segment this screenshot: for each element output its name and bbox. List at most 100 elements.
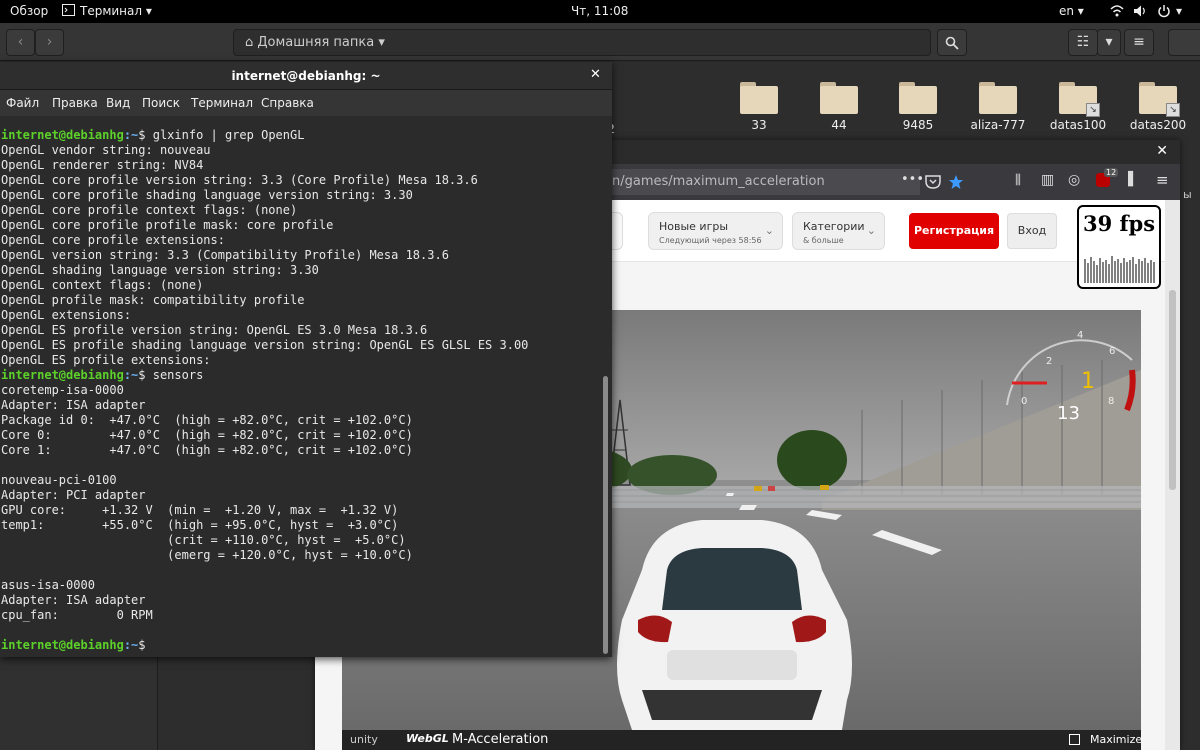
terminal-output-line: Core 1: +47.0°C (high = +82.0°C, crit = …: [1, 443, 413, 457]
back-button[interactable]: ‹: [6, 29, 35, 56]
terminal-output-line: nouveau-pci-0100: [1, 473, 117, 487]
terminal-output-line: OpenGL vendor string: nouveau: [1, 143, 211, 157]
activities-button[interactable]: Обзор: [10, 4, 48, 18]
folder-44[interactable]: 44: [797, 82, 881, 132]
folder-label: aliza-777: [970, 118, 1026, 132]
terminal-menubar: Файл Правка Вид Поиск Терминал Справка: [0, 90, 612, 116]
terminal-output-line: OpenGL core profile version string: 3.3 …: [1, 173, 478, 187]
input-language[interactable]: en ▾: [1059, 4, 1084, 18]
tach-tick-6: 6: [1109, 346, 1116, 357]
menu-view[interactable]: Вид: [106, 96, 130, 110]
maximize-icon[interactable]: [1069, 734, 1080, 745]
folder-link-icon: ↘: [1059, 82, 1100, 117]
nav-categories-title: Категории: [803, 220, 865, 233]
window-controls[interactable]: [1168, 29, 1200, 56]
tach-tick-8: 8: [1108, 396, 1115, 407]
folder-icon: [740, 82, 778, 114]
terminal-output-line: Core 0: +47.0°C (high = +82.0°C, crit = …: [1, 428, 413, 442]
maximize-button[interactable]: Maximize: [1090, 733, 1142, 746]
bookmark-star-icon[interactable]: [948, 174, 964, 190]
prompt-path: :~: [123, 368, 139, 382]
menu-help[interactable]: Справка: [261, 96, 314, 110]
folder-label: datas100: [1049, 118, 1107, 132]
view-list-button[interactable]: ☷: [1068, 29, 1098, 56]
command-text: $ sensors: [138, 368, 204, 382]
register-button[interactable]: Регистрация: [909, 213, 999, 249]
terminal-output-line: OpenGL shading language version string: …: [1, 263, 319, 277]
tach-tick-0: 0: [1021, 396, 1028, 407]
folder-datas100[interactable]: ↘ datas100: [1036, 82, 1120, 132]
menu-edit[interactable]: Правка: [52, 96, 98, 110]
nav-new-games-subtitle: Следующий через 58:56: [659, 236, 762, 245]
hamburger-menu-button[interactable]: ≡: [1124, 29, 1154, 56]
power-menu-arrow-icon[interactable]: ▾: [1176, 4, 1182, 18]
files-sidebar: [0, 656, 158, 750]
tach-tick-4: 4: [1077, 330, 1084, 341]
folder-datas200[interactable]: ↘ datas200: [1116, 82, 1200, 132]
prompt-user: internet@debianhg: [1, 638, 124, 652]
folder-aliza-777[interactable]: aliza-777: [956, 82, 1040, 132]
close-icon[interactable]: ✕: [1156, 143, 1168, 159]
terminal-command-line: internet@debianhg:~$ sensors: [1, 368, 203, 383]
terminal-output-line: OpenGL core profile extensions:: [1, 233, 225, 247]
game-title: M-Acceleration: [452, 732, 549, 747]
power-icon[interactable]: [1157, 4, 1171, 18]
speed-readout: 13: [1057, 403, 1080, 424]
folder-icon: [979, 82, 1017, 114]
prompt-path: :~: [123, 128, 139, 142]
folder-33[interactable]: 33: [717, 82, 801, 132]
wifi-icon[interactable]: [1110, 4, 1124, 18]
fps-graph: [1084, 256, 1155, 283]
folder-label: datas200: [1129, 118, 1187, 132]
menu-search[interactable]: Поиск: [142, 96, 180, 110]
prompt-path: :~: [123, 638, 139, 652]
scrollbar-thumb[interactable]: [1169, 290, 1176, 490]
login-button[interactable]: Вход: [1007, 213, 1057, 249]
unity-logo: unity: [350, 733, 378, 746]
terminal-output-line: (emerg = +120.0°C, hyst = +10.0°C): [1, 548, 413, 562]
volume-icon[interactable]: [1133, 4, 1147, 18]
terminal-output-line: cpu_fan: 0 RPM: [1, 608, 153, 622]
webgl-logo: WebGL: [406, 732, 449, 745]
chevron-down-icon: ⌄: [866, 224, 876, 237]
file-label-partial-right: ы: [1183, 188, 1192, 201]
browser-scrollbar[interactable]: [1165, 200, 1180, 750]
home-folder-label[interactable]: ⌂ Домашняя папка ▾: [245, 35, 385, 50]
prompt-user: internet@debianhg: [1, 128, 124, 142]
terminal-output-line: Adapter: PCI adapter: [1, 488, 146, 502]
search-button[interactable]: [937, 29, 967, 56]
page-actions-icon[interactable]: •••: [901, 172, 924, 187]
terminal-output-line: OpenGL core profile context flags: (none…: [1, 203, 298, 217]
terminal-output-line: temp1: +55.0°C (high = +95.0°C, hyst = +…: [1, 518, 399, 532]
terminal-output-line: Adapter: ISA adapter: [1, 398, 146, 412]
gnome-top-bar: Обзор Терминал ▾ Чт, 11:08 en ▾ ▾: [0, 0, 1200, 23]
terminal-scrollbar[interactable]: [603, 376, 608, 654]
app-menu[interactable]: Терминал ▾: [80, 4, 152, 18]
gear-indicator: 1: [1081, 369, 1095, 394]
menu-file[interactable]: Файл: [6, 96, 39, 110]
path-bar[interactable]: ⌂ Домашняя папка ▾: [233, 29, 931, 56]
fps-value: 39 fps: [1082, 211, 1156, 236]
view-options-button[interactable]: ▾: [1097, 29, 1121, 56]
terminal-output[interactable]: internet@debianhg:~$ glxinfo | grep Open…: [0, 128, 603, 656]
nav-categories[interactable]: Категории & больше ⌄: [792, 212, 885, 250]
account-icon[interactable]: ◎: [1068, 172, 1080, 188]
menu-terminal[interactable]: Терминал: [191, 96, 253, 110]
pocket-icon[interactable]: [925, 175, 941, 189]
library-icon[interactable]: ⫼: [1015, 173, 1021, 188]
sidebar-icon[interactable]: ▥: [1041, 172, 1054, 188]
clock[interactable]: Чт, 11:08: [571, 4, 628, 18]
forward-button[interactable]: ›: [35, 29, 64, 56]
menu-icon[interactable]: ≡: [1156, 171, 1169, 189]
folder-9485[interactable]: 9485: [876, 82, 960, 132]
terminal-output-line: OpenGL renderer string: NV84: [1, 158, 204, 172]
close-icon[interactable]: ✕: [590, 67, 601, 82]
nav-new-games[interactable]: Новые игры Следующий через 58:56 ⌄: [648, 212, 783, 250]
ublock-badge: 12: [1104, 168, 1119, 177]
prompt-user: internet@debianhg: [1, 368, 124, 382]
folder-icon: [899, 82, 937, 114]
stats-icon[interactable]: ▐: [1123, 172, 1133, 187]
terminal-output-line: OpenGL core profile profile mask: core p…: [1, 218, 334, 232]
terminal-output-line: GPU core: +1.32 V (min = +1.20 V, max = …: [1, 503, 399, 517]
game-footer-bar: unity WebGL M-Acceleration Maximize: [342, 730, 1142, 750]
